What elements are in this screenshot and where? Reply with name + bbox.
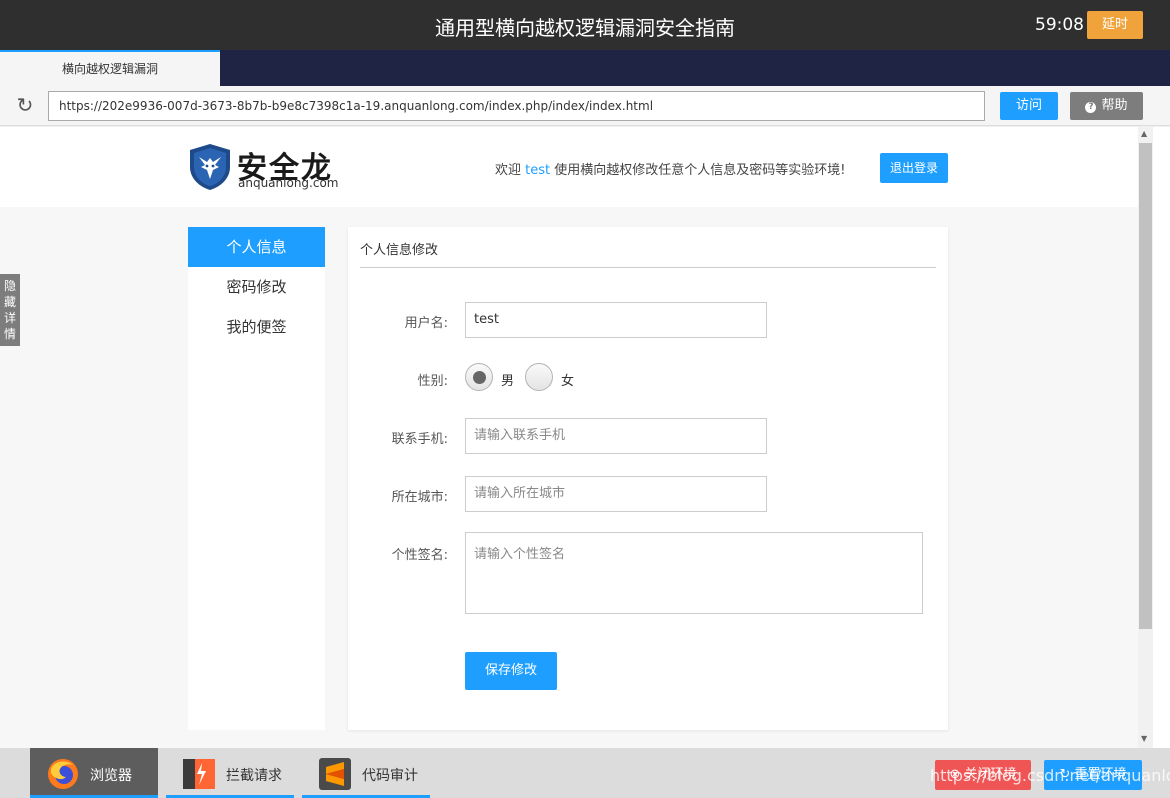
sidebar-item-profile[interactable]: 个人信息 bbox=[188, 227, 325, 267]
save-button[interactable]: 保存修改 bbox=[465, 652, 557, 690]
logout-button[interactable]: 退出登录 bbox=[880, 153, 948, 183]
form-title: 个人信息修改 bbox=[360, 243, 439, 258]
question-icon: ? bbox=[1085, 102, 1097, 113]
gender-male-radio[interactable] bbox=[465, 363, 493, 391]
current-username: test bbox=[525, 163, 551, 178]
tab-lab[interactable]: 横向越权逻辑漏洞 bbox=[0, 50, 220, 86]
username-field[interactable]: test bbox=[465, 302, 767, 338]
hide-details-label: 隐藏详情 bbox=[4, 279, 17, 341]
dragon-shield-icon bbox=[190, 144, 230, 190]
refresh-icon[interactable]: ↻ bbox=[14, 94, 36, 116]
bottom-taskbar: 浏览器 拦截请求 代码审计 ⊗ 关闭环境 ↻ 重置环境 https://blog… bbox=[0, 748, 1170, 798]
browser-viewport: 安全龙 anquanlong.com 欢迎 test 使用横向越权修改任意个人信… bbox=[0, 127, 1138, 748]
phone-label: 联系手机: bbox=[391, 432, 448, 447]
taskbar-browser[interactable]: 浏览器 bbox=[30, 748, 158, 798]
scroll-down-icon[interactable]: ▼ bbox=[1141, 734, 1147, 743]
taskbar-intercept-label: 拦截请求 bbox=[226, 768, 282, 784]
phone-field[interactable]: 请输入联系手机 bbox=[465, 418, 767, 454]
welcome-prefix: 欢迎 bbox=[495, 163, 526, 178]
gender-female-label: 女 bbox=[561, 374, 575, 389]
address-bar: ↻ https://202e9936-007d-3673-8b7b-b9e8c7… bbox=[0, 86, 1170, 126]
signature-field[interactable]: 请输入个性签名 bbox=[465, 532, 923, 614]
scrollbar-thumb[interactable] bbox=[1139, 143, 1152, 629]
welcome-message: 欢迎 test 使用横向越权修改任意个人信息及密码等实验环境! bbox=[495, 159, 845, 178]
username-label: 用户名: bbox=[404, 316, 448, 331]
logo-subtext: anquanlong.com bbox=[238, 176, 339, 190]
welcome-suffix: 使用横向越权修改任意个人信息及密码等实验环境! bbox=[550, 163, 846, 178]
url-input[interactable]: https://202e9936-007d-3673-8b7b-b9e8c739… bbox=[48, 91, 985, 121]
city-label: 所在城市: bbox=[391, 490, 448, 505]
signature-label: 个性签名: bbox=[391, 548, 448, 563]
city-field[interactable]: 请输入所在城市 bbox=[465, 476, 767, 512]
tab-bar: 横向越权逻辑漏洞 bbox=[0, 50, 1170, 86]
taskbar-intercept[interactable]: 拦截请求 bbox=[166, 748, 294, 798]
side-nav: 个人信息 密码修改 我的便签 bbox=[188, 227, 325, 730]
right-gutter bbox=[1153, 127, 1170, 748]
taskbar-code-audit[interactable]: 代码审计 bbox=[302, 748, 430, 798]
gender-male-label: 男 bbox=[501, 374, 515, 389]
sidebar-item-notes[interactable]: 我的便签 bbox=[188, 307, 325, 347]
countdown-timer: 59:08 bbox=[1035, 15, 1084, 35]
scroll-up-icon[interactable]: ▲ bbox=[1141, 129, 1147, 138]
taskbar-browser-label: 浏览器 bbox=[90, 768, 132, 784]
hide-details-toggle[interactable]: 隐藏详情 bbox=[0, 274, 20, 346]
gender-female-radio[interactable] bbox=[525, 363, 553, 391]
delay-button[interactable]: 延时 bbox=[1087, 11, 1143, 39]
burp-icon bbox=[183, 759, 215, 789]
divider bbox=[360, 267, 936, 268]
sidebar-item-password[interactable]: 密码修改 bbox=[188, 267, 325, 307]
help-button[interactable]: ? 帮助 bbox=[1070, 92, 1143, 120]
page-title: 通用型横向越权逻辑漏洞安全指南 bbox=[435, 16, 735, 40]
profile-form-panel: 个人信息修改 用户名: test 性别: 男 女 联系手机: 请输入联系手机 所… bbox=[348, 227, 948, 730]
vertical-scrollbar[interactable]: ▲ ▼ bbox=[1138, 127, 1153, 748]
gender-label: 性别: bbox=[417, 374, 448, 389]
taskbar-code-audit-label: 代码审计 bbox=[362, 768, 418, 784]
sublime-icon bbox=[319, 758, 351, 790]
firefox-icon bbox=[48, 759, 78, 789]
top-bar: 通用型横向越权逻辑漏洞安全指南 59:08 延时 bbox=[0, 0, 1170, 50]
watermark: https://blog.csdn.net/anquanlong bbox=[930, 766, 1170, 785]
visit-button[interactable]: 访问 bbox=[1000, 92, 1058, 120]
help-label: 帮助 bbox=[1101, 98, 1128, 113]
site-header: 安全龙 anquanlong.com 欢迎 test 使用横向越权修改任意个人信… bbox=[0, 127, 1138, 207]
